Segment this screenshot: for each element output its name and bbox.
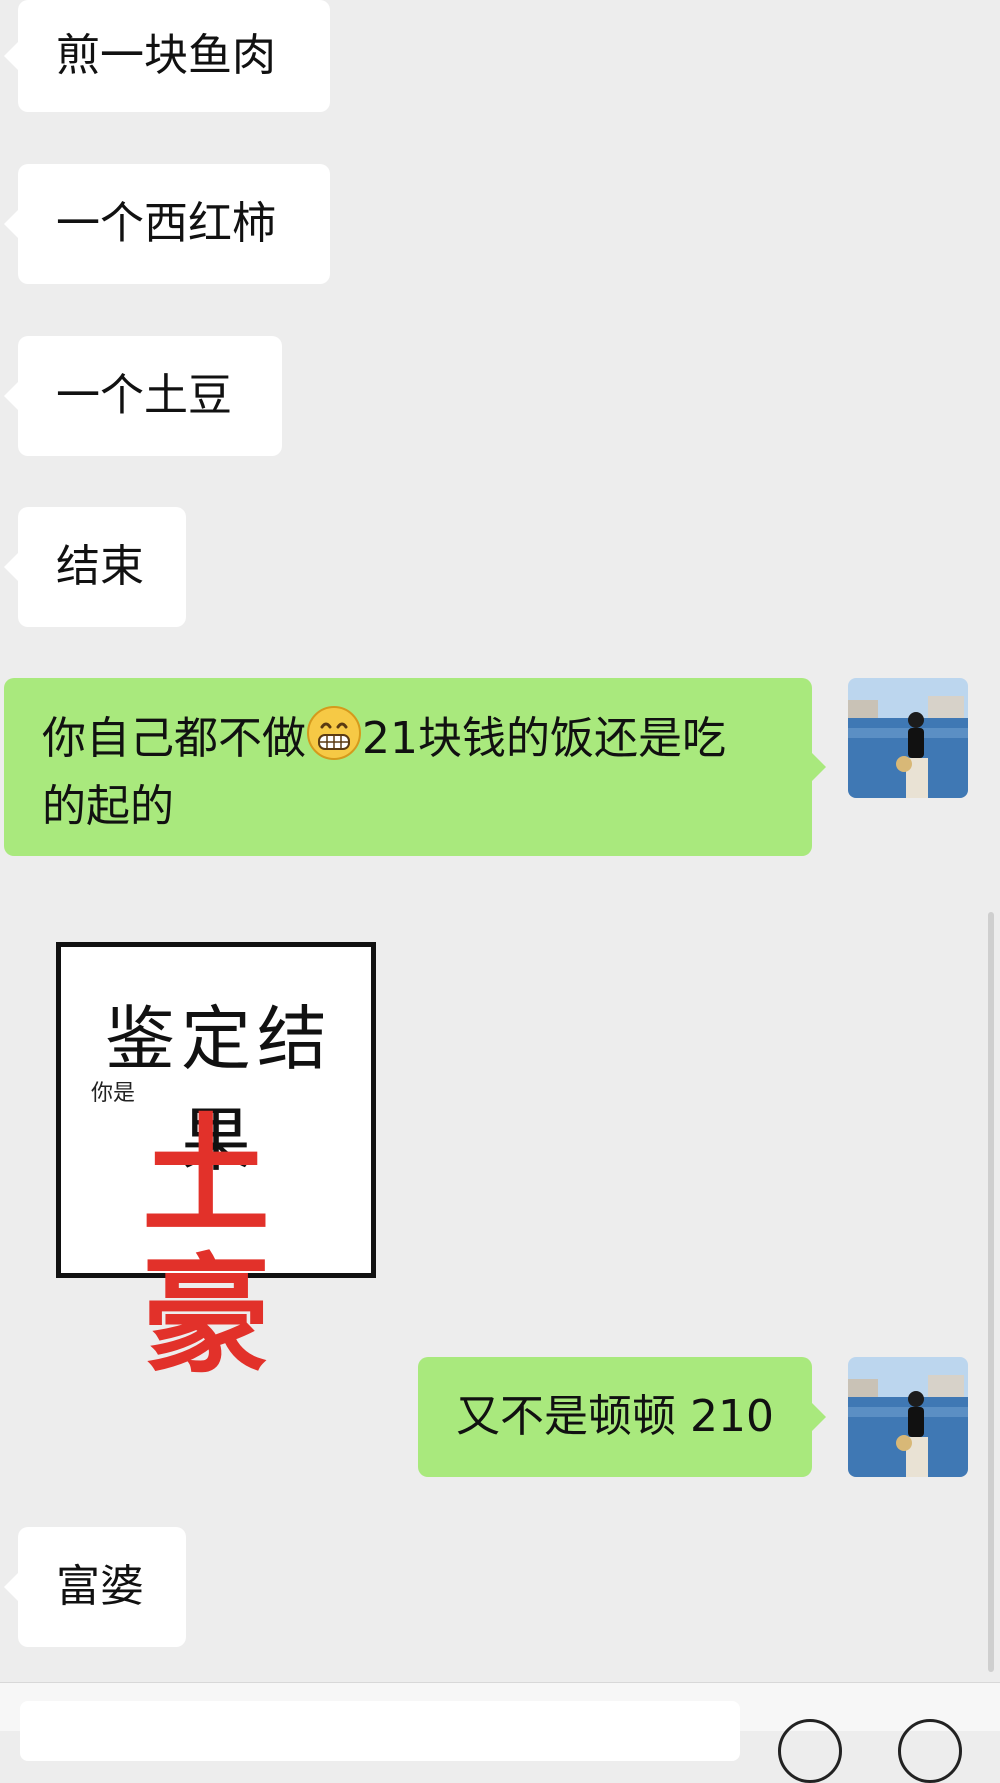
message-text: 煎一块鱼肉 (56, 30, 276, 81)
sticker-small-text: 你是 (91, 1081, 136, 1106)
message-line: 你自己都不做 21块钱的饭还是吃 (42, 705, 774, 777)
incoming-message-bubble[interactable]: 结束 (4, 507, 186, 627)
scrollbar[interactable] (988, 912, 994, 1672)
message-text: 结束 (56, 541, 144, 592)
user-avatar[interactable] (848, 678, 968, 798)
outgoing-message-bubble[interactable]: 又不是顿顿 210 (418, 1357, 826, 1477)
user-avatar[interactable] (848, 1357, 968, 1477)
message-input[interactable] (20, 1701, 740, 1761)
incoming-message-bubble[interactable]: 富婆 (4, 1527, 186, 1647)
more-options-button-icon[interactable] (898, 1719, 962, 1783)
outgoing-message-bubble[interactable]: 你自己都不做 21块钱的饭还是吃 的起的 (4, 678, 826, 856)
sticker-image[interactable]: 鉴定结果 你是 土豪 (56, 942, 376, 1387)
incoming-message-bubble[interactable]: 一个土豆 (4, 336, 282, 456)
message-text: 21块钱的饭还是吃 (362, 713, 726, 764)
incoming-message-bubble[interactable]: 一个西红柿 (4, 164, 330, 284)
message-text: 的起的 (42, 781, 174, 832)
message-text: 一个土豆 (56, 370, 232, 421)
avatar-photo-icon (848, 1357, 968, 1477)
message-text: 你自己都不做 (42, 713, 306, 764)
message-text: 富婆 (56, 1561, 144, 1612)
message-text: 又不是顿顿 210 (456, 1391, 774, 1442)
input-toolbar (0, 1682, 1000, 1783)
emoji-button-icon[interactable] (778, 1719, 842, 1783)
chat-message-list[interactable]: 煎一块鱼肉 一个西红柿 一个土豆 结束 你自己都不做 21块钱的饭还是吃 的起的… (0, 0, 1000, 1680)
message-line: 的起的 (42, 777, 774, 837)
grinning-face-icon (306, 705, 362, 777)
message-text: 一个西红柿 (56, 198, 276, 249)
sticker-big-text: 土豪 (141, 1102, 300, 1391)
incoming-message-bubble[interactable]: 煎一块鱼肉 (4, 0, 330, 112)
avatar-photo-icon (848, 678, 968, 798)
